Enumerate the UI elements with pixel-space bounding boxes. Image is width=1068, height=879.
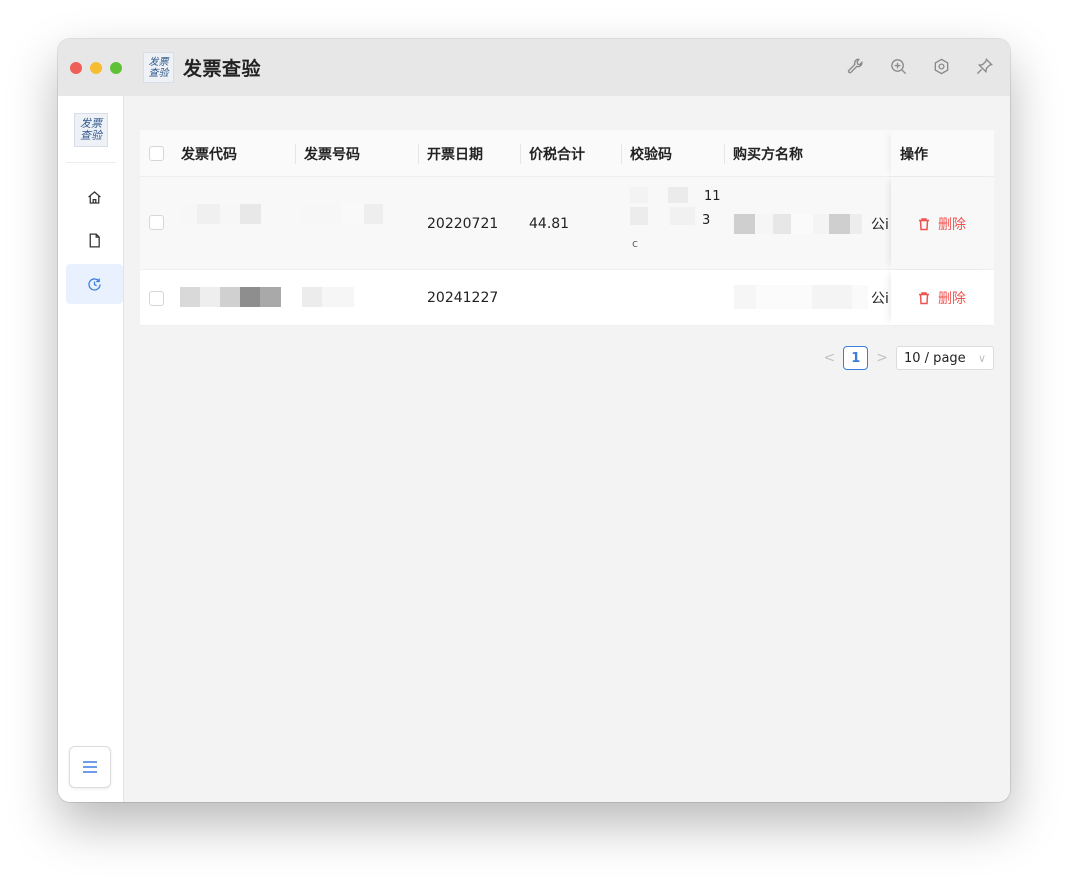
- table-row[interactable]: 20220721 44.81 11 3 c 公i 删除: [140, 177, 994, 270]
- delete-button[interactable]: 删除: [917, 214, 966, 234]
- buyer-name-suffix: 公i: [871, 291, 889, 307]
- app-window: 发票 查验 发票查验 发票 查验 发票代码 发票号码 开票日期 价税合计 校验码…: [58, 39, 1010, 802]
- titlebar-tools: [845, 56, 994, 76]
- previous-page-button[interactable]: <: [824, 350, 836, 366]
- total-amount-cell: 44.81: [529, 215, 570, 232]
- header-total-amount: 价税合计: [529, 146, 585, 163]
- column-divider: [724, 144, 725, 164]
- table-header: 发票代码 发票号码 开票日期 价税合计 校验码 购买方名称 操作: [140, 130, 994, 177]
- column-divider: [418, 144, 419, 164]
- issue-date-cell: 20220721: [427, 215, 499, 232]
- pagination: < 1 > 10 / page ∨: [824, 346, 994, 370]
- page-size-value: 10 / page: [904, 350, 966, 366]
- minimize-window-button[interactable]: [90, 61, 102, 74]
- issue-date-cell: 20241227: [427, 290, 499, 306]
- check-code-fragment-3: c: [632, 237, 639, 250]
- delete-label: 删除: [938, 216, 966, 233]
- select-all-checkbox[interactable]: [149, 146, 164, 161]
- redacted-check-code-1: [630, 187, 688, 203]
- trash-icon: [919, 292, 929, 305]
- actions-cell: 删除: [891, 270, 994, 325]
- app-logo-line1: 发票: [148, 56, 169, 68]
- buyer-name-suffix: 公i: [871, 216, 889, 233]
- redacted-invoice-code: [180, 204, 261, 224]
- app-logo-line2: 查验: [148, 67, 169, 79]
- row-checkbox[interactable]: [149, 291, 164, 306]
- header-invoice-code: 发票代码: [181, 146, 237, 163]
- zoom-in-icon[interactable]: [888, 56, 908, 76]
- redacted-buyer-name: [734, 214, 862, 234]
- page-size-select[interactable]: 10 / page ∨: [896, 346, 994, 370]
- column-divider: [295, 144, 296, 164]
- sidebar-logo-line2: 查验: [80, 129, 102, 142]
- sidebar-divider: [66, 162, 116, 163]
- delete-label: 删除: [938, 291, 966, 307]
- redacted-invoice-code: [180, 287, 281, 307]
- trash-icon: [919, 217, 929, 230]
- page-number-current[interactable]: 1: [843, 346, 869, 370]
- column-divider: [621, 144, 622, 164]
- sidebar-item-history[interactable]: [66, 264, 123, 304]
- invoice-table: 发票代码 发票号码 开票日期 价税合计 校验码 购买方名称 操作 2022072…: [140, 130, 994, 326]
- header-issue-date: 开票日期: [427, 146, 483, 163]
- header-buyer-name: 购买方名称: [733, 146, 803, 163]
- header-invoice-number: 发票号码: [304, 146, 360, 163]
- sidebar-logo: 发票 查验: [74, 113, 108, 147]
- close-window-button[interactable]: [70, 61, 82, 74]
- settings-icon[interactable]: [931, 56, 951, 76]
- history-icon: [88, 277, 101, 291]
- check-code-fragment-2: 3: [702, 213, 711, 228]
- column-divider: [520, 144, 521, 164]
- menu-icon: [83, 761, 97, 773]
- sidebar-item-home[interactable]: [66, 177, 123, 217]
- actions-cell: 删除: [891, 177, 994, 269]
- header-actions: 操作: [900, 146, 928, 163]
- menu-button[interactable]: [69, 746, 111, 788]
- sidebar: 发票 查验: [58, 96, 124, 802]
- window-controls: [70, 61, 122, 74]
- redacted-invoice-number: [302, 204, 383, 224]
- delete-button[interactable]: 删除: [917, 288, 966, 308]
- redacted-check-code-2: [630, 207, 695, 225]
- chevron-down-icon: ∨: [977, 351, 986, 365]
- table-row[interactable]: 20241227 公i 删除: [140, 270, 994, 326]
- sidebar-item-document[interactable]: [66, 220, 123, 260]
- header-check-code: 校验码: [630, 146, 672, 163]
- document-icon: [89, 232, 100, 248]
- next-page-button[interactable]: >: [876, 350, 888, 366]
- home-icon: [88, 190, 101, 204]
- redacted-invoice-number: [302, 287, 354, 307]
- pin-icon[interactable]: [974, 56, 994, 76]
- check-code-fragment-1: 11: [704, 189, 721, 204]
- redacted-buyer-name: [734, 285, 868, 309]
- actions-column-header: 操作: [891, 130, 994, 176]
- wrench-icon[interactable]: [845, 56, 865, 76]
- maximize-window-button[interactable]: [110, 61, 122, 74]
- row-checkbox[interactable]: [149, 215, 164, 230]
- app-logo: 发票 查验: [143, 52, 174, 83]
- app-title: 发票查验: [183, 58, 262, 80]
- titlebar: 发票 查验 发票查验: [58, 39, 1010, 96]
